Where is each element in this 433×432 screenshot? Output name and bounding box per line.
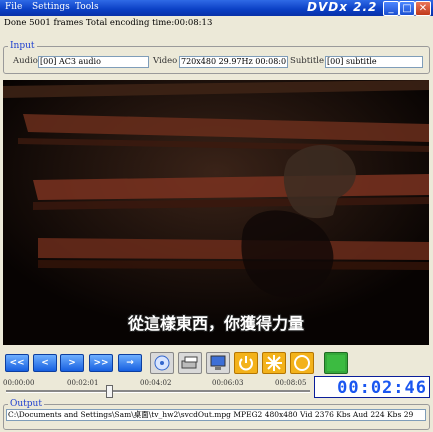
subtitle-field[interactable]: [00] subtitle [325,56,423,68]
timeline-tick: 00:04:02 [140,379,172,387]
circle-icon [294,355,310,371]
video-field[interactable]: 720x480 29.97Hz 00:08:0 [179,56,288,68]
timeline-tick: 00:06:03 [212,379,244,387]
timeline-tick: 00:08:05 [275,379,307,387]
status-frames: Done 5001 frames [4,18,84,28]
sun-button[interactable] [262,352,286,374]
output-path-field[interactable]: C:\Documents and Settings\Sam\桌面\tv_hw2\… [6,409,426,421]
timecode-display: 00:02:46 01 [314,376,430,398]
app-title: DVDx 2.2 [307,0,378,14]
input-group-title: Input [8,41,37,51]
rewind-button[interactable]: < [33,354,57,372]
menu-tools[interactable]: Tools [75,2,99,12]
audio-field[interactable]: [00] AC3 audio [38,56,149,68]
convert-button[interactable] [178,352,202,374]
video-label: Video [153,56,178,66]
monitor-button[interactable] [206,352,230,374]
timeline-tick: 00:02:01 [67,379,99,387]
forward-fast-button[interactable]: >> [89,354,113,372]
video-subtitle-text: 從這樣東西，你獲得力量 [127,314,304,333]
audio-label: Audio [13,56,38,66]
next-button[interactable]: → [118,354,142,372]
green-square-icon [327,355,345,371]
minimize-button[interactable]: _ [383,1,399,16]
menu-file[interactable]: File [5,2,22,12]
output-group-title: Output [8,399,44,409]
disc-button[interactable] [150,352,174,374]
sun-icon [266,355,282,371]
maximize-button[interactable]: □ [399,1,415,16]
convert-icon [181,356,198,369]
video-preview[interactable]: 從這樣東西，你獲得力量 [3,80,429,345]
rewind-fast-button[interactable]: << [5,354,29,372]
menu-settings[interactable]: Settings [32,2,70,12]
green-square-button[interactable] [324,352,348,374]
status-line: Done 5001 frames Total encoding time:00:… [4,18,212,28]
timeline-slider-thumb[interactable] [106,385,114,398]
subtitle-label: Subtitle [290,56,325,66]
status-encoding-time: Total encoding time:00:08:13 [85,18,213,28]
monitor-icon [210,355,226,370]
timeline-slider[interactable] [6,385,310,398]
disc-icon [154,355,170,371]
forward-button[interactable]: > [60,354,84,372]
close-button[interactable]: ✕ [415,1,431,16]
power-icon [239,356,253,371]
timeline-tick: 00:00:00 [3,379,35,387]
power-button[interactable] [234,352,258,374]
video-frame-image [3,80,429,345]
circle-button[interactable] [290,352,314,374]
